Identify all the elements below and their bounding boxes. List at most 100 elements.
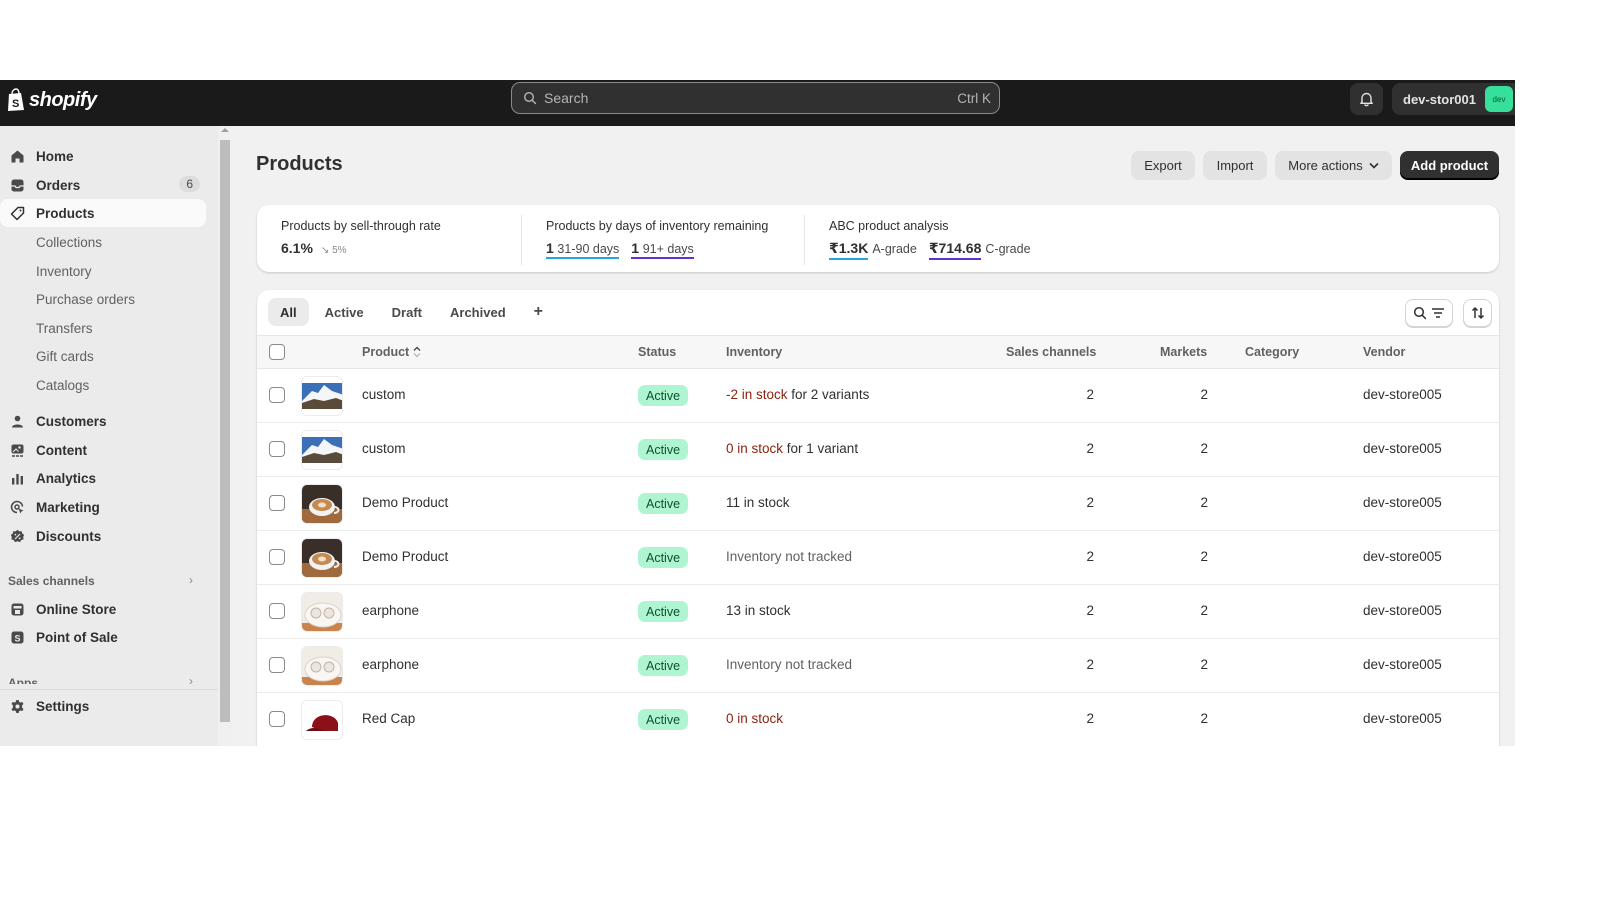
- sidebar-item-content[interactable]: Content: [0, 436, 206, 464]
- sidebar-item-label: Customers: [36, 413, 107, 429]
- sidebar: Home Orders 6 Products Collections Inven…: [0, 126, 218, 746]
- row-checkbox[interactable]: [269, 441, 285, 457]
- sidebar-item-home[interactable]: Home: [0, 142, 206, 170]
- product-thumbnail[interactable]: [301, 646, 343, 686]
- table-row[interactable]: Red Cap Active 0 in stock 2 2 dev-store0…: [257, 693, 1499, 746]
- table-row[interactable]: custom Active -2 in stock for 2 variants…: [257, 369, 1499, 423]
- row-checkbox[interactable]: [269, 549, 285, 565]
- row-checkbox[interactable]: [269, 657, 285, 673]
- sidebar-item-settings[interactable]: Settings: [0, 692, 206, 720]
- row-checkbox[interactable]: [269, 387, 285, 403]
- sidebar-item-products[interactable]: Products: [0, 199, 206, 227]
- sidebar-item-orders[interactable]: Orders 6: [0, 171, 206, 199]
- chevron-down-icon: [1369, 162, 1379, 169]
- search-filter-button[interactable]: [1405, 299, 1453, 327]
- sort-button[interactable]: [1463, 299, 1492, 327]
- product-name[interactable]: Demo Product: [362, 549, 448, 564]
- status-badge: Active: [638, 493, 689, 514]
- tab-archived[interactable]: Archived: [438, 298, 518, 326]
- inventory-cell: Inventory not tracked: [726, 657, 852, 672]
- sidebar-item-customers[interactable]: Customers: [0, 407, 206, 435]
- c-grade-value[interactable]: ₹714.68: [928, 240, 982, 260]
- chevron-right-icon[interactable]: ›: [189, 674, 193, 684]
- sidebar-item-label: Point of Sale: [36, 629, 118, 645]
- product-thumbnail[interactable]: [301, 592, 343, 632]
- product-thumbnail[interactable]: [301, 376, 343, 416]
- import-button[interactable]: Import: [1203, 151, 1267, 180]
- sell-through-value: 6.1%: [281, 240, 313, 256]
- product-name[interactable]: Red Cap: [362, 711, 415, 726]
- sidebar-item-label: Inventory: [36, 263, 92, 279]
- add-product-button[interactable]: Add product: [1400, 151, 1499, 180]
- sidebar-item-purchase-orders[interactable]: Purchase orders: [0, 285, 206, 313]
- sidebar-item-label: Purchase orders: [36, 291, 136, 307]
- product-name[interactable]: earphone: [362, 657, 419, 672]
- chevron-right-icon[interactable]: ›: [189, 573, 193, 587]
- product-thumbnail[interactable]: [301, 484, 343, 524]
- product-name[interactable]: Demo Product: [362, 495, 448, 510]
- product-thumbnail[interactable]: [301, 430, 343, 470]
- svg-text:S: S: [15, 634, 21, 644]
- table-row[interactable]: Demo Product Active Inventory not tracke…: [257, 531, 1499, 585]
- group-count: 1: [631, 240, 640, 256]
- markets-count: 2: [1200, 387, 1208, 402]
- vendor-cell: dev-store005: [1363, 387, 1442, 402]
- sidebar-item-transfers[interactable]: Transfers: [0, 314, 206, 342]
- apps-heading[interactable]: Apps: [8, 676, 38, 684]
- search-icon: [523, 91, 537, 105]
- export-button[interactable]: Export: [1131, 151, 1195, 180]
- table-row[interactable]: Demo Product Active 11 in stock 2 2 dev-…: [257, 477, 1499, 531]
- product-name[interactable]: custom: [362, 387, 406, 402]
- sidebar-item-gift-cards[interactable]: Gift cards: [0, 342, 206, 370]
- inventory-count: 11 in stock: [726, 495, 790, 510]
- inventory-cell: 13 in stock: [726, 603, 791, 618]
- global-search[interactable]: Ctrl K: [511, 82, 1000, 114]
- sales-channels-heading[interactable]: Sales channels: [8, 574, 95, 588]
- scrollbar-thumb[interactable]: [220, 140, 230, 722]
- table-row[interactable]: earphone Active 13 in stock 2 2 dev-stor…: [257, 585, 1499, 639]
- product-name[interactable]: earphone: [362, 603, 419, 618]
- shopify-logo[interactable]: S shopify: [6, 88, 97, 112]
- search-input[interactable]: [544, 90, 958, 106]
- vendor-cell: dev-store005: [1363, 441, 1442, 456]
- more-actions-button[interactable]: More actions: [1275, 151, 1392, 180]
- products-table-card: All Active Draft Archived + Product Stat…: [257, 290, 1499, 746]
- notifications-button[interactable]: [1350, 83, 1383, 115]
- filter-icon: [1432, 308, 1444, 318]
- store-menu-button[interactable]: dev-stor001 dev: [1392, 83, 1515, 115]
- sidebar-item-point-of-sale[interactable]: S Point of Sale: [0, 623, 206, 651]
- scroll-up-arrow-icon[interactable]: [221, 128, 229, 132]
- sidebar-item-collections[interactable]: Collections: [0, 228, 206, 256]
- row-checkbox[interactable]: [269, 711, 285, 727]
- days-31-90-group[interactable]: 1 31-90 days: [546, 240, 620, 259]
- sidebar-item-catalogs[interactable]: Catalogs: [0, 371, 206, 399]
- sidebar-item-discounts[interactable]: Discounts: [0, 522, 206, 550]
- product-thumbnail[interactable]: [301, 700, 343, 740]
- sidebar-item-analytics[interactable]: Analytics: [0, 464, 206, 492]
- tab-active[interactable]: Active: [313, 298, 376, 326]
- add-view-button[interactable]: +: [522, 298, 555, 326]
- days-91-plus-group[interactable]: 1 91+ days: [631, 240, 694, 259]
- content-icon: [11, 444, 24, 457]
- select-all-checkbox[interactable]: [269, 344, 285, 360]
- markets-count: 2: [1200, 549, 1208, 564]
- column-category: Category: [1245, 345, 1300, 359]
- sidebar-item-inventory[interactable]: Inventory: [0, 257, 206, 285]
- row-checkbox[interactable]: [269, 495, 285, 511]
- sidebar-item-marketing[interactable]: Marketing: [0, 493, 206, 521]
- table-row[interactable]: earphone Active Inventory not tracked 2 …: [257, 639, 1499, 693]
- tab-draft[interactable]: Draft: [380, 298, 434, 326]
- inventory-count: Inventory not tracked: [726, 657, 853, 672]
- row-checkbox[interactable]: [269, 603, 285, 619]
- column-inventory: Inventory: [726, 345, 783, 359]
- a-grade-value[interactable]: ₹1.3K: [829, 240, 869, 260]
- tab-all[interactable]: All: [268, 298, 309, 326]
- sidebar-item-online-store[interactable]: Online Store: [0, 595, 206, 623]
- sort-arrows-icon: [1471, 306, 1484, 320]
- table-row[interactable]: custom Active 0 in stock for 1 variant 2…: [257, 423, 1499, 477]
- bar-chart-icon: [12, 474, 23, 485]
- product-thumbnail[interactable]: [301, 538, 343, 578]
- column-product[interactable]: Product: [362, 345, 421, 359]
- product-name[interactable]: custom: [362, 441, 406, 456]
- sidebar-scrollbar[interactable]: [218, 126, 233, 746]
